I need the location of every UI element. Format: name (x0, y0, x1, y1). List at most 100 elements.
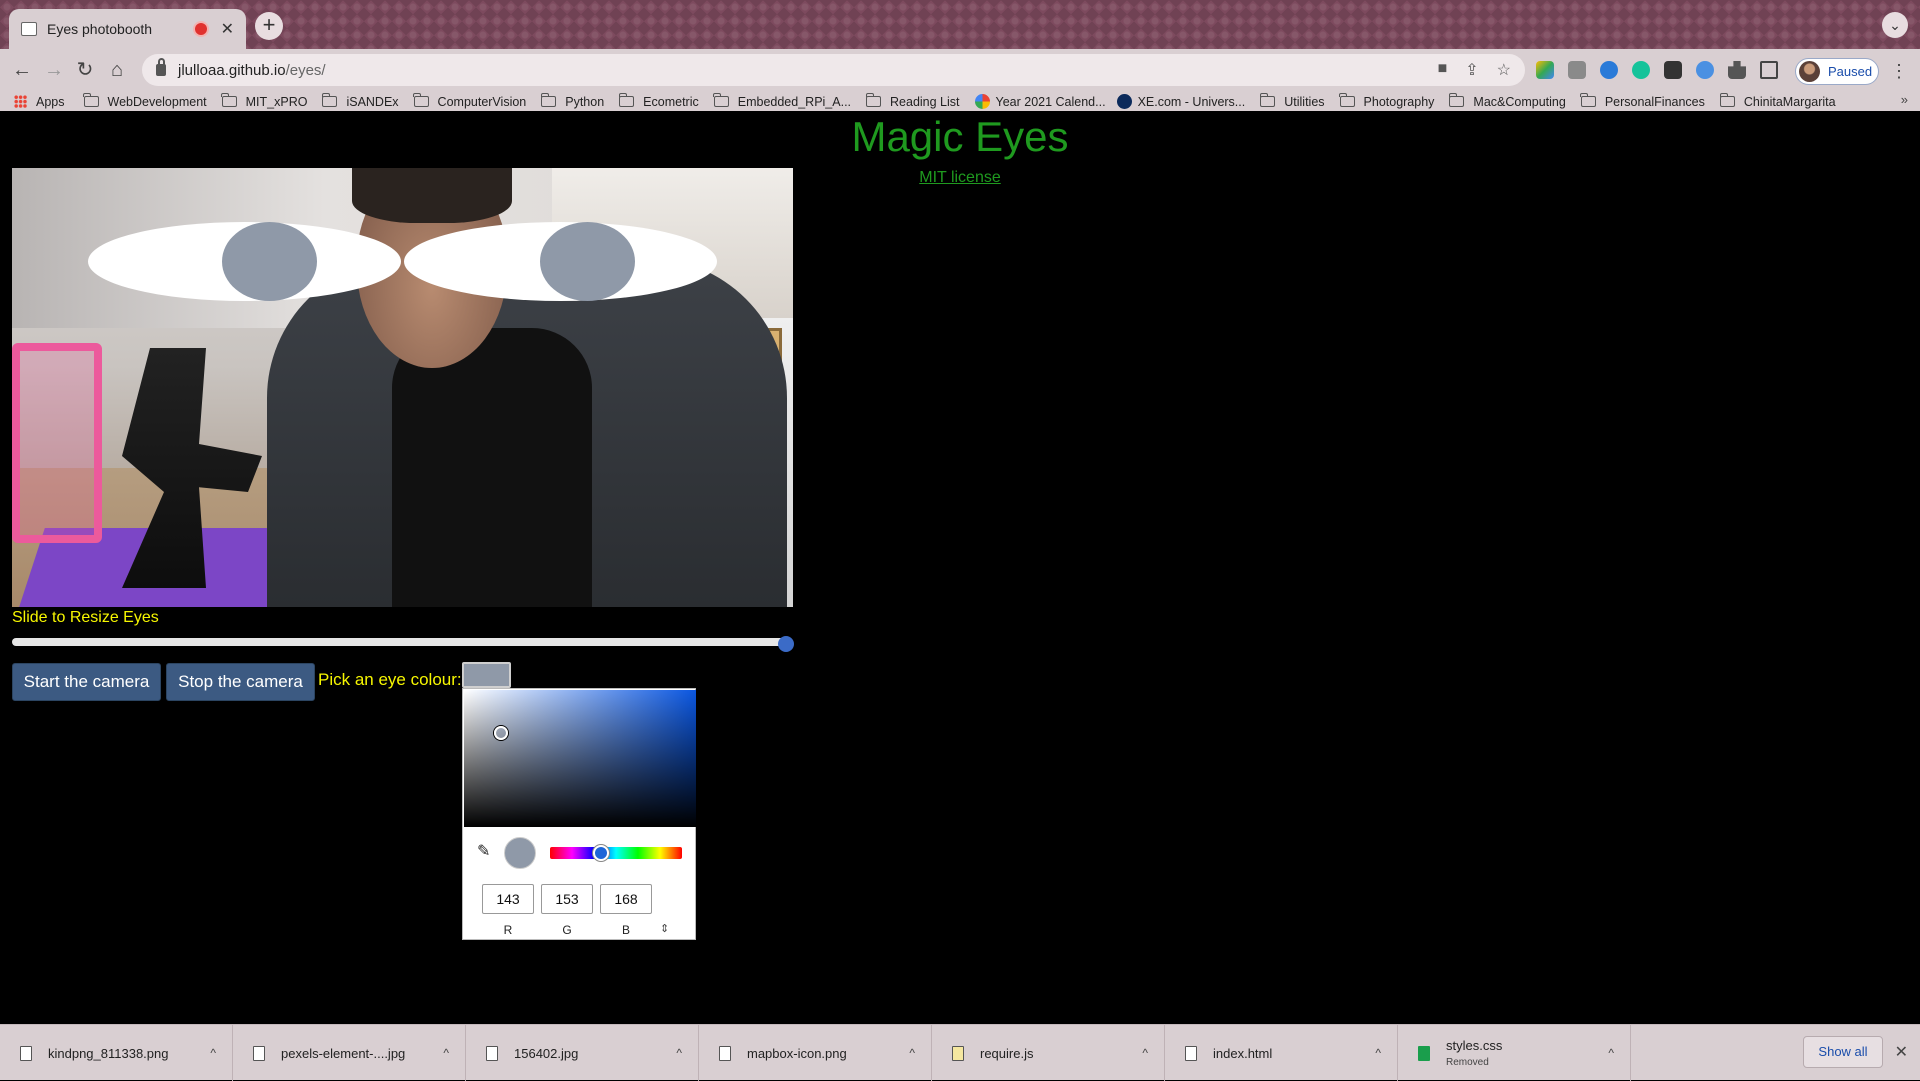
bookmark-0[interactable]: Apps (14, 95, 65, 109)
bookmark-10[interactable]: XE.com - Univers... (1116, 94, 1246, 109)
more-bookmarks-icon[interactable]: » (1901, 92, 1908, 107)
blue-input[interactable]: 168 (600, 884, 652, 914)
eye-colour-input[interactable] (462, 662, 511, 688)
chevron-up-icon[interactable]: ^ (909, 1046, 915, 1060)
bookmark-label: ChinitaMargarita (1743, 94, 1836, 109)
saturation-value-area[interactable] (464, 690, 696, 827)
home-button[interactable]: ⌂ (104, 57, 130, 83)
left-eye-iris (222, 222, 317, 301)
forward-button[interactable]: → (41, 57, 67, 83)
dark-extension-icon[interactable] (1664, 61, 1682, 79)
bookmark-2[interactable]: MIT_xPRO (221, 93, 307, 109)
color-preview (504, 837, 536, 869)
bookmark-label: XE.com - Univers... (1137, 94, 1246, 109)
close-shelf-icon[interactable]: ✕ (1895, 1042, 1908, 1062)
tab-close-icon[interactable]: ✕ (221, 19, 234, 39)
grammarly-extension-icon[interactable] (1632, 61, 1650, 79)
address-bar[interactable]: jlulloaa.github.io /eyes/ ■ ⇪ ☆ (142, 54, 1525, 86)
download-item[interactable]: require.js ^ (932, 1025, 1165, 1081)
chevron-up-icon[interactable]: ^ (676, 1046, 682, 1060)
bookmark-label: Utilities (1284, 94, 1325, 109)
bookmark-label: PersonalFinances (1604, 94, 1705, 109)
bookmark-13[interactable]: Mac&Computing (1449, 93, 1566, 109)
saturation-value-cursor[interactable] (494, 726, 508, 740)
bookmark-15[interactable]: ChinitaMargarita (1719, 93, 1836, 109)
drive-extension-icon[interactable] (1536, 61, 1554, 79)
extensions-puzzle-icon[interactable] (1728, 61, 1746, 79)
calendar-icon (974, 94, 990, 109)
bookmark-1[interactable]: WebDevelopment (83, 93, 207, 109)
format-toggle-icon[interactable]: ⇕ (660, 922, 669, 935)
side-panel-icon[interactable] (1760, 61, 1778, 79)
back-button[interactable]: ← (9, 57, 35, 83)
file-icon (486, 1045, 498, 1061)
share-icon[interactable]: ⇪ (1465, 60, 1478, 80)
bookmark-label: Year 2021 Calend... (995, 94, 1106, 109)
folder-icon (83, 93, 99, 107)
download-item[interactable]: styles.css Removed ^ (1398, 1025, 1631, 1081)
tab-eyes-photobooth[interactable]: Eyes photobooth ✕ (9, 9, 246, 49)
bookmark-12[interactable]: Photography (1339, 93, 1434, 109)
person-hair-image (352, 168, 512, 223)
profile-status: Paused (1828, 64, 1873, 79)
bookmark-7[interactable]: Embedded_RPi_A... (713, 93, 851, 109)
eye-size-slider[interactable] (12, 638, 786, 646)
sync-extension-icon[interactable] (1696, 61, 1714, 79)
bookmark-8[interactable]: Reading List (865, 93, 960, 109)
chevron-up-icon[interactable]: ^ (443, 1046, 449, 1060)
chevron-up-icon[interactable]: ^ (1375, 1046, 1381, 1060)
bookmark-label: Reading List (890, 94, 960, 109)
bookmark-4[interactable]: ComputerVision (413, 93, 527, 109)
hue-slider[interactable] (550, 847, 682, 859)
tab-search-button[interactable]: ⌄ (1882, 12, 1908, 38)
tab-title: Eyes photobooth (47, 21, 153, 37)
search-extension-icon[interactable] (1568, 61, 1586, 79)
download-shelf: kindpng_811338.png ^ pexels-element-....jp… (0, 1024, 1920, 1081)
new-tab-button[interactable]: + (255, 12, 283, 40)
profile-button[interactable]: Paused (1795, 58, 1879, 85)
chevron-up-icon[interactable]: ^ (1142, 1046, 1148, 1060)
red-label: R (503, 923, 513, 937)
browser-toolbar: ← → ↻ ⌂ jlulloaa.github.io /eyes/ ■ ⇪ ☆ (0, 49, 1920, 92)
bookmark-star-icon[interactable]: ☆ (1497, 60, 1511, 80)
green-input[interactable]: 153 (541, 884, 593, 914)
chevron-up-icon[interactable]: ^ (210, 1046, 216, 1060)
bookmark-6[interactable]: Ecometric (618, 93, 699, 109)
download-item[interactable]: mapbox-icon.png ^ (699, 1025, 932, 1081)
chevron-up-icon[interactable]: ^ (1608, 1046, 1614, 1060)
folder-icon (413, 93, 429, 107)
bookmark-9[interactable]: Year 2021 Calend... (974, 94, 1106, 109)
person-shirt-image (392, 328, 592, 607)
k-extension-icon[interactable] (1600, 61, 1618, 79)
file-icon (253, 1045, 265, 1061)
red-input[interactable]: 143 (482, 884, 534, 914)
folder-icon (618, 93, 635, 107)
bookmark-label: ComputerVision (437, 94, 527, 109)
bookmark-11[interactable]: Utilities (1259, 93, 1325, 109)
bookmark-label: iSANDEx (346, 94, 399, 109)
download-filename: index.html (1213, 1045, 1273, 1061)
download-item[interactable]: kindpng_811338.png ^ (0, 1025, 233, 1081)
reload-button[interactable]: ↻ (72, 57, 98, 83)
eyedropper-icon[interactable]: ✎ (477, 841, 490, 861)
right-eye-iris (540, 222, 635, 301)
bookmark-5[interactable]: Python (540, 93, 604, 109)
download-info: mapbox-icon.png (747, 1046, 909, 1061)
eye-size-slider-thumb[interactable] (778, 636, 794, 652)
browser-menu-icon[interactable]: ⋮ (1890, 61, 1908, 82)
page-content: Magic Eyes MIT license Slide to Resize E… (0, 111, 1920, 1024)
download-item[interactable]: index.html ^ (1165, 1025, 1398, 1081)
download-item[interactable]: pexels-element-....jpg ^ (233, 1025, 466, 1081)
bookmark-3[interactable]: iSANDEx (322, 93, 399, 109)
folder-icon (1449, 93, 1465, 107)
download-filename: pexels-element-....jpg (281, 1045, 406, 1061)
camera-in-use-icon[interactable]: ■ (1438, 60, 1448, 80)
page-title: Magic Eyes (851, 113, 1069, 160)
download-item[interactable]: 156402.jpg ^ (466, 1025, 699, 1081)
folder-icon (713, 93, 729, 107)
url-host: jlulloaa.github.io (178, 61, 286, 79)
bookmark-14[interactable]: PersonalFinances (1580, 93, 1705, 109)
stop-camera-button[interactable]: Stop the camera (166, 663, 315, 701)
start-camera-button[interactable]: Start the camera (12, 663, 161, 701)
show-all-button[interactable]: Show all (1803, 1036, 1883, 1068)
